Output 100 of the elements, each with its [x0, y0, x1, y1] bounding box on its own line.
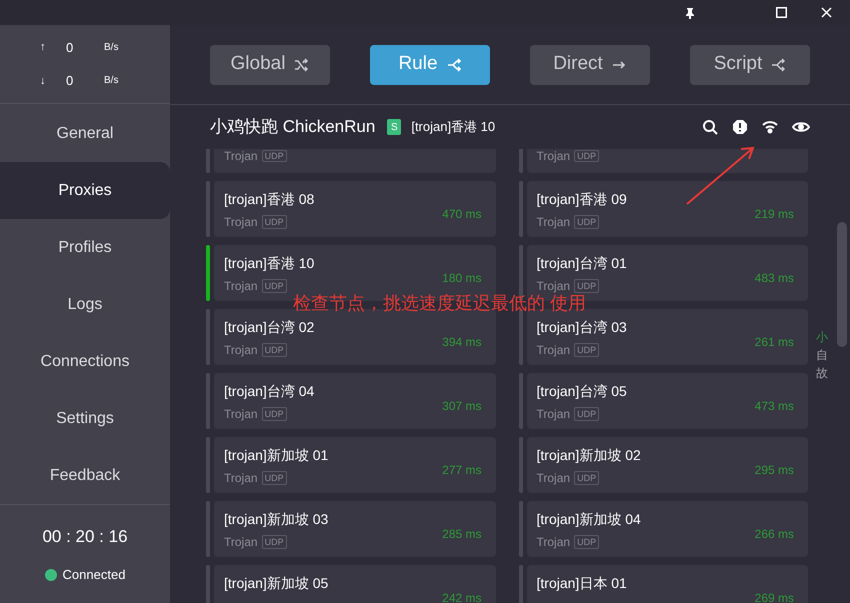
proxy-card[interactable]: [trojan]新加坡 05 242 ms [214, 565, 496, 603]
annotation-arrow [685, 144, 757, 206]
delay-value: 261 ms [754, 334, 794, 347]
maximize-icon[interactable] [776, 7, 787, 18]
nav-item[interactable]: Profiles [0, 219, 170, 276]
proxy-type: Trojan [224, 406, 258, 423]
delay-value: 295 ms [754, 462, 794, 475]
proxy-name: [trojan]台湾 01 [536, 255, 627, 272]
proxy-type: Trojan [224, 150, 258, 162]
udp-tag: UDP [262, 407, 287, 421]
current-proxy: [trojan]香港 10 [411, 118, 496, 136]
proxy-card[interactable]: [trojan]台湾 04 Trojan UDP 307 ms [214, 373, 496, 429]
delay-value: 269 ms [754, 590, 794, 603]
proxy-type: Trojan [224, 214, 258, 231]
proxy-type: Trojan [224, 342, 258, 359]
nav-item[interactable]: Feedback [0, 447, 170, 504]
delay-value: 277 ms [442, 462, 482, 475]
proxy-card[interactable]: [trojan]台湾 05 Trojan UDP 473 ms [526, 373, 808, 429]
mode-button[interactable]: Script [690, 44, 810, 84]
proxy-type: Trojan [536, 470, 570, 487]
delay-value: 307 ms [442, 398, 482, 411]
udp-tag: UDP [262, 535, 287, 549]
proxy-type: Trojan [536, 406, 570, 423]
proxy-name: [trojan]新加坡 03 [224, 511, 328, 528]
delay-value: 242 ms [442, 590, 482, 603]
traffic-arrow: ↓ [40, 74, 46, 89]
udp-tag: UDP [574, 471, 600, 485]
close-icon[interactable] [821, 7, 832, 18]
proxy-card[interactable]: [trojan]新加坡 01 Trojan UDP 277 ms [214, 437, 496, 493]
udp-tag: UDP [574, 150, 600, 162]
proxy-name: [trojan]香港 10 [224, 255, 314, 272]
nav-item[interactable]: Logs [0, 276, 170, 334]
group-title: 小鸡快跑 ChickenRun [210, 116, 376, 138]
pin-icon[interactable] [684, 6, 696, 18]
status-label: Connected [62, 566, 126, 584]
proxy-type: Trojan [536, 150, 570, 162]
side-character: 小 [816, 329, 828, 346]
traffic-value: 0 [66, 38, 74, 57]
split-arrow-icon [770, 56, 786, 72]
proxy-name: [trojan]台湾 03 [536, 319, 627, 336]
proxy-name: [trojan]香港 09 [536, 191, 627, 208]
delay-value: 180 ms [442, 270, 482, 283]
proxy-card[interactable]: [trojan]香港 09 Trojan UDP 219 ms [526, 181, 808, 237]
delay-value: 285 ms [442, 526, 482, 539]
proxy-name: [trojan]台湾 04 [224, 383, 314, 400]
nav-item[interactable]: Connections [0, 333, 170, 390]
search-icon[interactable] [702, 119, 718, 135]
udp-tag: UDP [574, 215, 600, 229]
proxy-type: Trojan [536, 278, 570, 294]
proxy-name: [trojan]香港 08 [224, 191, 314, 208]
udp-tag: UDP [262, 215, 287, 229]
traffic-arrow: ↑ [40, 40, 46, 56]
proxy-name: [trojan]新加坡 05 [224, 575, 328, 592]
udp-tag: UDP [574, 279, 600, 293]
traffic-value: 0 [66, 72, 74, 90]
proxy-card[interactable]: Trojan UDP [214, 149, 496, 173]
proxy-name: [trojan]新加坡 04 [536, 511, 641, 528]
scrollbar-thumb[interactable] [837, 222, 847, 347]
proxy-card[interactable]: Trojan UDP [526, 149, 808, 173]
proxy-name: [trojan]新加坡 01 [224, 447, 328, 464]
udp-tag: UDP [574, 535, 600, 549]
mode-button[interactable]: Global [210, 44, 330, 84]
delay-value: 470 ms [442, 206, 482, 219]
proxy-type: Trojan [536, 534, 570, 551]
udp-tag: UDP [262, 343, 287, 357]
traffic-unit: B/s [104, 40, 118, 55]
nav-item[interactable]: General [0, 105, 170, 162]
proxy-name: [trojan]台湾 05 [536, 383, 627, 400]
delay-value: 483 ms [754, 270, 794, 283]
proxy-type: Trojan [224, 278, 258, 295]
nav-item[interactable]: Proxies [0, 162, 170, 220]
udp-tag: UDP [262, 279, 287, 293]
proxy-type: Trojan [224, 534, 258, 551]
traffic-unit: B/s [104, 74, 118, 88]
proxy-name: [trojan]日本 01 [536, 575, 627, 592]
wifi-icon[interactable] [762, 119, 778, 135]
mode-button[interactable]: Direct [530, 44, 650, 84]
proxy-card[interactable]: [trojan]新加坡 03 Trojan UDP 285 ms [214, 501, 496, 557]
nav-item[interactable]: Settings [0, 390, 170, 448]
udp-tag: UDP [574, 343, 600, 357]
side-character: 自 [816, 347, 828, 364]
proxy-card[interactable]: [trojan]香港 08 Trojan UDP 470 ms [214, 181, 496, 237]
proxy-name: [trojan]台湾 02 [224, 319, 314, 336]
shuffle-icon [293, 56, 310, 72]
alert-icon[interactable] [732, 119, 748, 135]
delay-value: 473 ms [754, 398, 794, 411]
proxy-type: Trojan [224, 470, 258, 487]
delay-value: 219 ms [754, 206, 794, 219]
proxy-type: Trojan [536, 214, 570, 231]
side-character: 故 [816, 365, 828, 382]
group-type-badge: S [387, 119, 402, 135]
proxy-type: Trojan [536, 342, 570, 359]
proxy-card[interactable]: [trojan]日本 01 269 ms [526, 565, 808, 603]
proxy-card[interactable]: [trojan]新加坡 02 Trojan UDP 295 ms [526, 437, 808, 493]
connection-timer: 00 : 20 : 16 [42, 526, 128, 548]
proxy-card[interactable]: [trojan]新加坡 04 Trojan UDP 266 ms [526, 501, 808, 557]
udp-tag: UDP [574, 407, 600, 421]
delay-value: 394 ms [442, 334, 482, 347]
delay-value: 266 ms [754, 526, 794, 539]
udp-tag: UDP [262, 471, 287, 485]
